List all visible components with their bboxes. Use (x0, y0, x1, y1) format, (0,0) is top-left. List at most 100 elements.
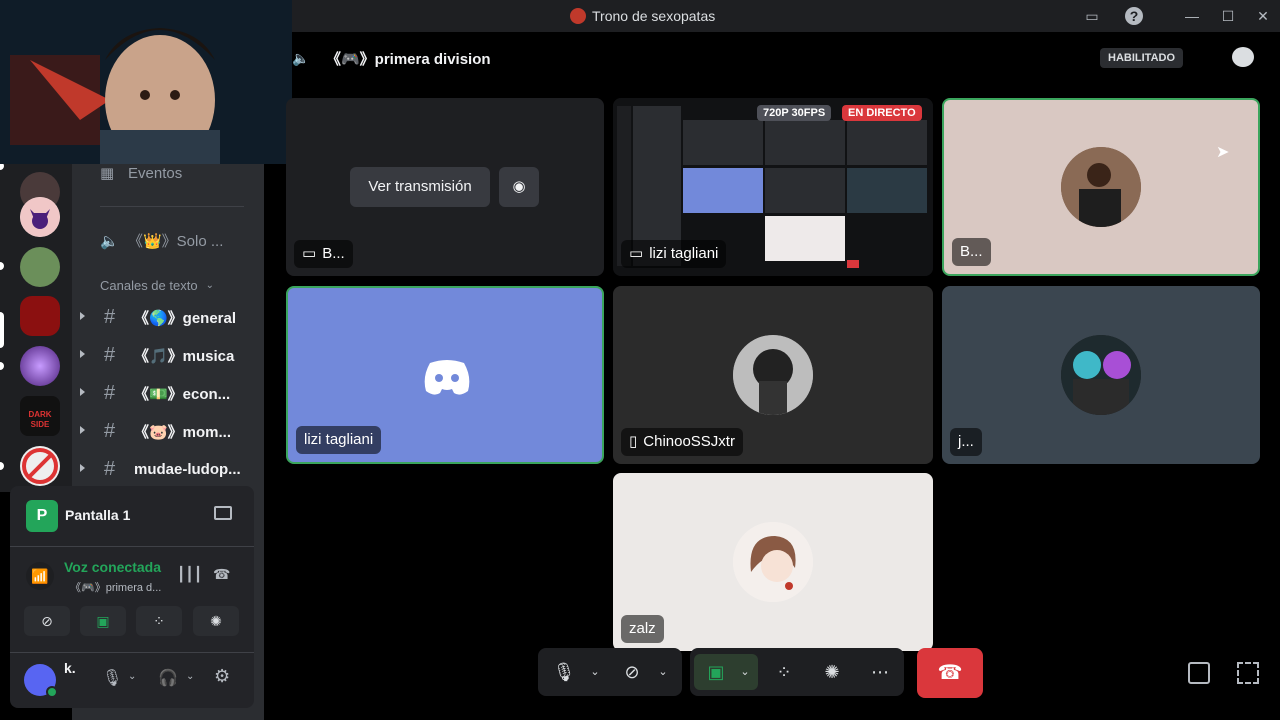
disconnect-button[interactable]: ☎ (917, 648, 983, 698)
popout-icon[interactable] (1188, 662, 1210, 684)
server-icon-red[interactable] (20, 296, 60, 336)
screen-share-button[interactable]: ▣ (80, 606, 126, 636)
channel-mudae[interactable]: # mudae-ludop... (104, 458, 241, 481)
participant-name: j... (958, 433, 974, 450)
participant-tile[interactable]: lizi tagliani (286, 286, 604, 464)
participant-tile[interactable]: j... (942, 286, 1260, 464)
user-name[interactable]: k. (64, 660, 76, 676)
window-title-text: Trono de sexopatas (592, 8, 716, 24)
unread-caret (80, 350, 85, 358)
chevron-down-icon[interactable]: ⌄ (128, 671, 136, 682)
gear-icon[interactable]: ⚙ (214, 666, 230, 687)
server-icon-dark-side[interactable]: DARK SIDE (20, 396, 60, 436)
screen-icon: ▭ (629, 245, 644, 262)
activity-controls: ▣ ⌄ ⁘ ✺ ⋯ (690, 648, 904, 696)
server-icon-purple[interactable] (20, 346, 60, 386)
disconnect-icon[interactable]: ☎ (213, 566, 230, 583)
channel-header-title: 《🎮》primera division (326, 51, 491, 68)
server-icon-noentry[interactable] (20, 446, 60, 486)
participant-tile-stream-live[interactable]: ▭ lizi tagliani (613, 98, 933, 276)
avatar (733, 335, 813, 415)
noise-suppression-icon[interactable]: ┃┃┃ (177, 566, 202, 583)
participant-tile[interactable]: ▯ ChinooSSJxtr (613, 286, 933, 464)
channel-momentos[interactable]: # 《🐷》mom... (104, 420, 231, 443)
unread-pill (0, 362, 4, 370)
hash-icon: # (104, 420, 116, 442)
watch-stream-button[interactable]: Ver transmisión (350, 167, 490, 207)
chevron-down-icon[interactable]: ⌄ (186, 671, 194, 682)
server-logo-icon (570, 8, 586, 24)
signal-icon[interactable]: 📶 (26, 562, 54, 590)
chat-icon[interactable] (1232, 47, 1254, 67)
stream-app-icon: P (26, 500, 58, 532)
hash-icon: # (104, 344, 116, 366)
avatar[interactable] (24, 664, 58, 698)
stream-title: Pantalla 1 (65, 507, 131, 523)
headphones-icon[interactable]: 🎧 (158, 668, 178, 688)
chevron-down-icon: ⌄ (205, 280, 214, 291)
channel-general[interactable]: # 《🌎》general (104, 306, 236, 329)
participant-tile-stream[interactable]: Ver transmisión ◉ ▭ B... (286, 98, 604, 276)
hash-icon: # (104, 458, 116, 480)
inbox-icon[interactable]: ▭ (1082, 6, 1102, 26)
divider (100, 206, 244, 207)
voice-channel-solo[interactable]: 🔈 《👑》Solo ... (100, 230, 223, 251)
chevron-down-icon[interactable]: ⌄ (738, 658, 752, 686)
status-badge[interactable]: HABILITADO (1100, 48, 1184, 68)
activities-icon[interactable]: ⁘ (770, 658, 798, 686)
selected-pill (0, 312, 4, 348)
channel-musica[interactable]: # 《🎵》musica (104, 344, 234, 367)
participant-name: B... (322, 245, 345, 262)
camera-off-icon[interactable]: ⊘ (618, 658, 646, 686)
participant-name-tag: ▯ ChinooSSJxtr (621, 428, 743, 456)
channel-label: 《💵》econ... (134, 386, 231, 403)
chevron-down-icon[interactable]: ⌄ (656, 658, 670, 686)
help-icon[interactable]: ? (1125, 7, 1143, 25)
avatar (1061, 335, 1141, 415)
voice-connection-panel: P Pantalla 1 📶 Voz conectada 《🎮》primera … (10, 486, 254, 708)
chevron-down-icon[interactable]: ⌄ (588, 658, 602, 686)
unread-caret (80, 388, 85, 396)
screen-share-icon[interactable]: ▣ (702, 658, 730, 686)
soundboard-icon[interactable]: ✺ (818, 658, 846, 686)
camera-off-button[interactable]: ⊘ (24, 606, 70, 636)
server-icon-green[interactable] (20, 247, 60, 287)
participant-tile[interactable]: zalz (613, 473, 933, 651)
server-icon-cat[interactable] (20, 197, 60, 237)
microphone-icon[interactable]: 🎙 (550, 658, 578, 686)
channel-header: 《🎮》primera division (326, 48, 491, 69)
status-online-icon (46, 686, 58, 698)
media-controls: 🎙 ⌄ ⊘ ⌄ (538, 648, 682, 696)
maximize-button[interactable]: ☐ (1218, 6, 1238, 26)
avatar (733, 522, 813, 602)
stop-stream-icon[interactable] (214, 506, 232, 520)
participant-name-tag: ▭ B... (294, 240, 353, 268)
voice-channel-name[interactable]: 《🎮》primera d... (70, 579, 161, 595)
webcam-overlay (0, 0, 292, 164)
participant-name-tag: lizi tagliani (296, 426, 382, 454)
events-item[interactable]: ▦ Eventos (100, 164, 182, 183)
channel-economia[interactable]: # 《💵》econ... (104, 382, 230, 405)
microphone-icon[interactable]: 🎙 (102, 668, 122, 688)
participant-name-tag: j... (950, 428, 982, 456)
more-options-icon[interactable]: ⋯ (866, 658, 894, 686)
participant-name: lizi tagliani (649, 245, 719, 262)
activities-button[interactable]: ⁘ (136, 606, 182, 636)
category-text-channels[interactable]: Canales de texto ⌄ (100, 278, 214, 293)
fullscreen-icon[interactable] (1237, 662, 1259, 684)
window-title: Trono de sexopatas (570, 8, 715, 24)
watch-popout-icon[interactable]: ◉ (499, 167, 539, 207)
participant-name-tag: ▭ lizi tagliani (621, 240, 727, 268)
close-button[interactable]: ✕ (1253, 6, 1273, 26)
unread-caret (80, 312, 85, 320)
unread-caret (80, 464, 85, 472)
calendar-icon: ▦ (100, 165, 115, 182)
soundboard-button[interactable]: ✺ (193, 606, 239, 636)
category-label: Canales de texto (100, 278, 198, 293)
minimize-button[interactable]: — (1182, 6, 1202, 26)
speaker-icon: 🔈 (292, 50, 310, 66)
participant-name-tag: zalz (621, 615, 664, 643)
participant-name: B... (960, 243, 983, 260)
divider (10, 652, 254, 653)
participant-tile[interactable]: B... ➤ (942, 98, 1260, 276)
